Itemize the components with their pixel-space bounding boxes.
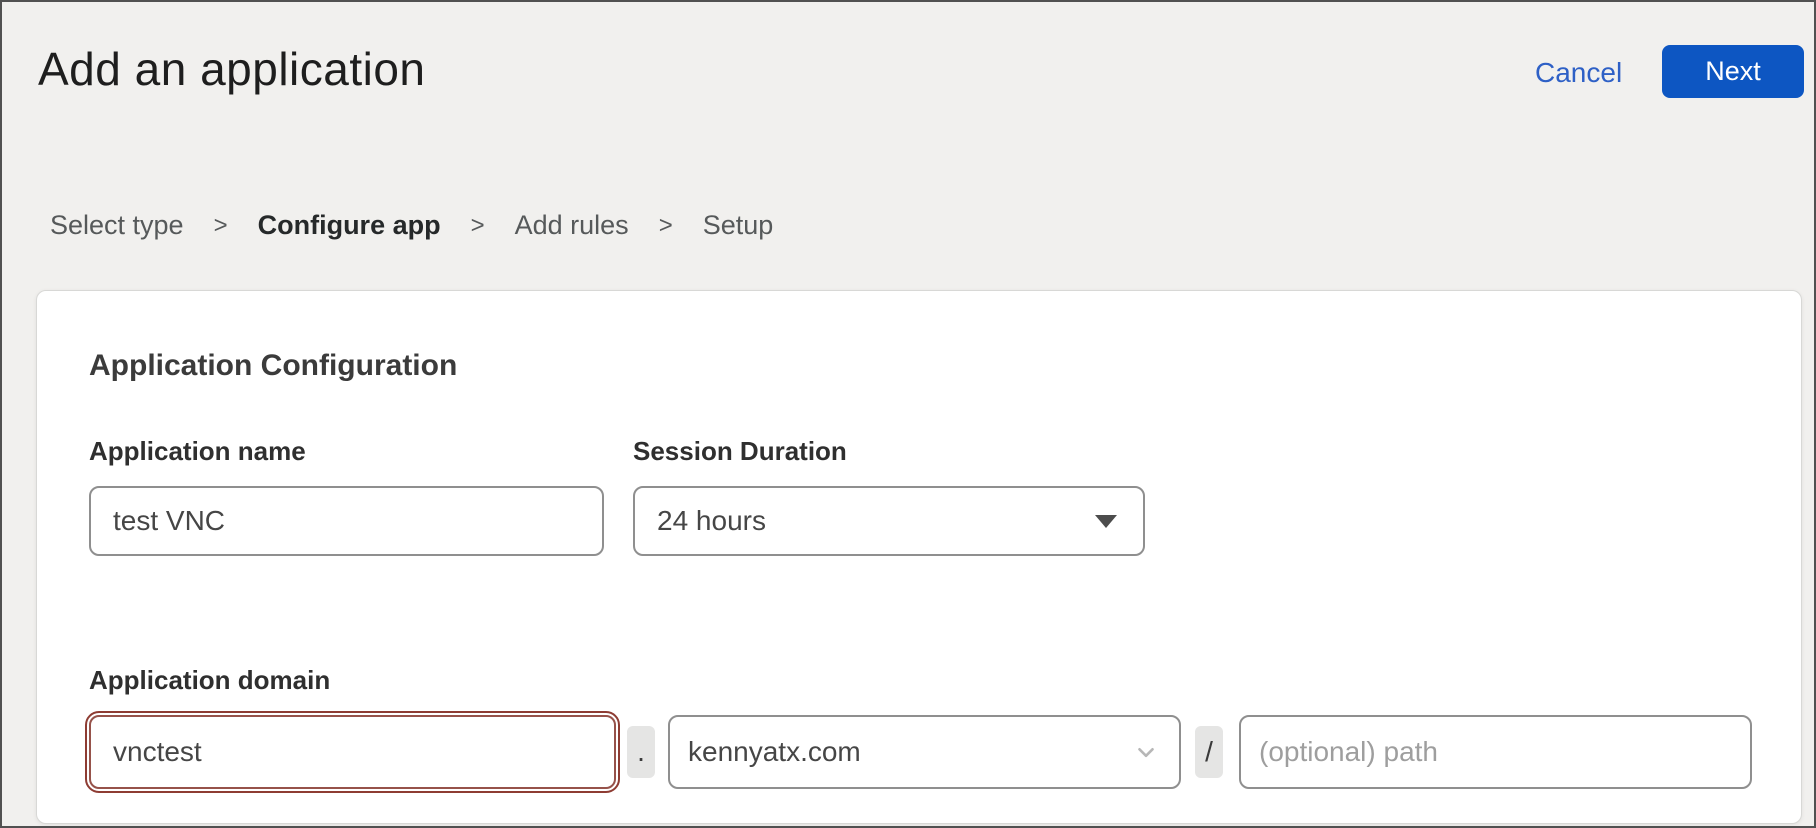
breadcrumb: Select type > Configure app > Add rules … <box>50 210 773 241</box>
cancel-button[interactable]: Cancel <box>1535 57 1622 89</box>
path-slash-separator: / <box>1195 726 1223 778</box>
domain-select-value: kennyatx.com <box>688 736 861 768</box>
next-button[interactable]: Next <box>1662 45 1804 98</box>
application-domain-label: Application domain <box>89 665 330 696</box>
breadcrumb-step-select-type[interactable]: Select type <box>50 210 184 241</box>
breadcrumb-step-configure-app[interactable]: Configure app <box>258 210 441 241</box>
path-input[interactable] <box>1239 715 1752 789</box>
application-configuration-card: Application Configuration Application na… <box>36 290 1802 824</box>
breadcrumb-separator: > <box>659 212 673 240</box>
add-application-page: Add an application Cancel Next Select ty… <box>0 0 1816 828</box>
session-duration-label: Session Duration <box>633 436 847 467</box>
breadcrumb-separator: > <box>214 212 228 240</box>
application-subdomain-input[interactable] <box>89 715 616 789</box>
breadcrumb-step-add-rules[interactable]: Add rules <box>515 210 629 241</box>
session-duration-select[interactable]: 24 hours <box>633 486 1145 556</box>
application-name-label: Application name <box>89 436 306 467</box>
breadcrumb-separator: > <box>471 212 485 240</box>
application-name-input[interactable] <box>89 486 604 556</box>
breadcrumb-step-setup[interactable]: Setup <box>703 210 774 241</box>
domain-select[interactable]: kennyatx.com <box>668 715 1181 789</box>
dropdown-caret-icon <box>1095 515 1117 528</box>
session-duration-value: 24 hours <box>657 505 766 537</box>
card-heading: Application Configuration <box>89 349 457 383</box>
domain-dot-separator: . <box>627 726 655 778</box>
chevron-down-icon <box>1133 739 1159 765</box>
page-title: Add an application <box>38 42 426 96</box>
